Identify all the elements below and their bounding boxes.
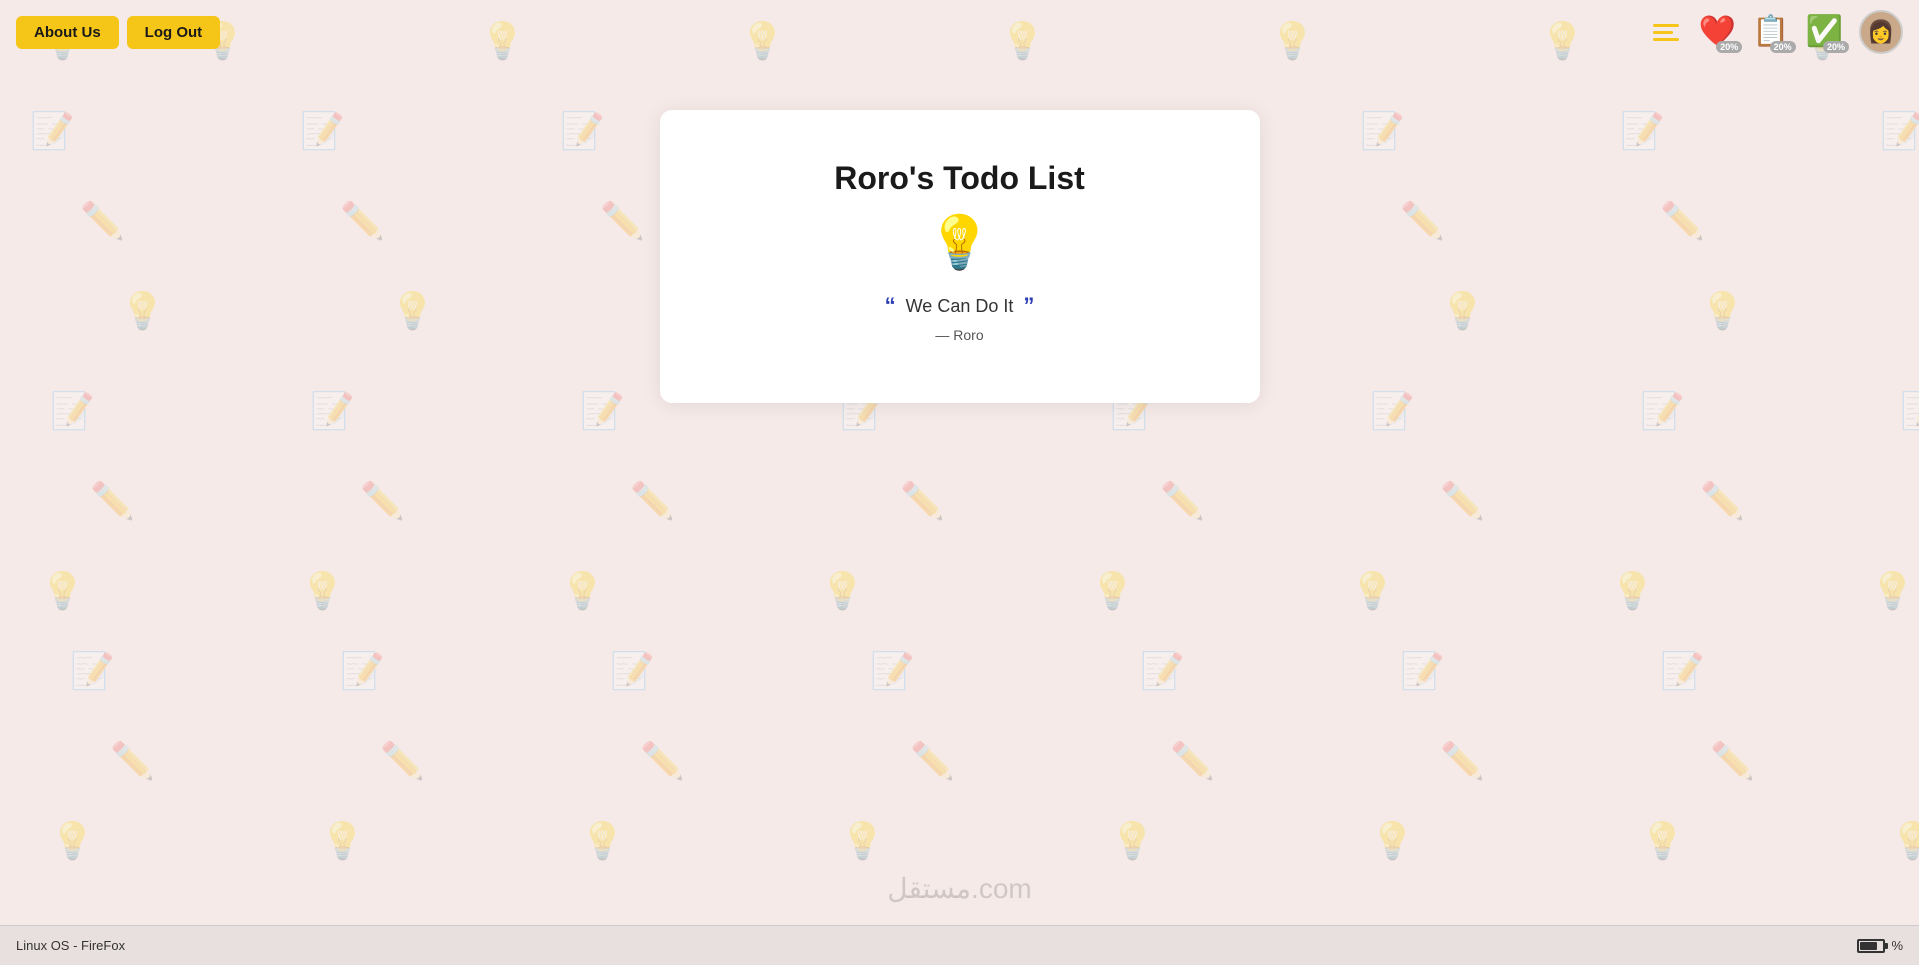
list-stat-badge[interactable]: 📋 20% [1752,17,1789,47]
bulb-emoji: 💡 [720,217,1200,269]
taskbar: Linux OS - FireFox % [0,925,1919,965]
close-quote-mark: ” [1023,293,1034,319]
battery-fill [1860,942,1877,950]
top-nav: About Us Log Out ❤️ 20% 📋 20% ✅ 20% 👩 [0,0,1919,64]
taskbar-os-label: Linux OS - FireFox [16,938,125,953]
list-badge-label: 20% [1770,41,1796,53]
nav-left: About Us Log Out [16,16,220,49]
logout-button[interactable]: Log Out [127,16,220,49]
user-avatar[interactable]: 👩 [1859,10,1903,54]
battery-icon [1857,939,1885,953]
watermark: مستقل.com [887,872,1031,905]
main-card: Roro's Todo List 💡 “ We Can Do It ” — Ro… [660,110,1260,403]
about-us-button[interactable]: About Us [16,16,119,49]
quote-author: — Roro [720,327,1200,343]
hamburger-menu-icon[interactable] [1649,20,1683,45]
check-badge-label: 20% [1823,41,1849,53]
open-quote-mark: “ [885,293,896,319]
card-quote: “ We Can Do It ” [720,293,1200,319]
check-stat-badge[interactable]: ✅ 20% [1806,17,1843,47]
quote-text: We Can Do It [906,296,1014,317]
heart-stat-badge[interactable]: ❤️ 20% [1699,17,1736,47]
nav-right: ❤️ 20% 📋 20% ✅ 20% 👩 [1649,10,1903,54]
taskbar-right: % [1857,938,1903,953]
card-title: Roro's Todo List [720,160,1200,197]
heart-badge-label: 20% [1716,41,1742,53]
battery-percent-label: % [1891,938,1903,953]
